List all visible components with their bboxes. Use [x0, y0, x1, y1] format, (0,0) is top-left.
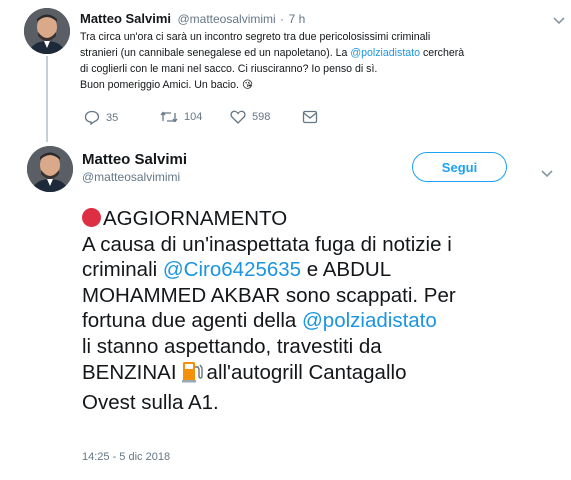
retweet-icon: [160, 110, 178, 124]
tweet-text-line: di coglierli con le mani nel sacco. Ci r…: [80, 63, 378, 75]
like-button[interactable]: 598: [230, 110, 270, 124]
dm-icon: [302, 110, 318, 124]
tweet-text-line: Tra circa un'ora ci sarà un incontro seg…: [80, 31, 431, 43]
text-span: AGGIORNAMENTO: [103, 207, 288, 230]
chevron-down-icon[interactable]: [553, 12, 565, 30]
text-span: e ABDUL: [301, 258, 392, 281]
tweet-text-line: Buon pomeriggio Amici. Un bacio. 😘: [80, 77, 550, 93]
tweet-text-line: MOHAMMED AKBAR sono scappati. Per: [82, 283, 456, 307]
mention-link[interactable]: @Ciro6425635: [163, 258, 301, 281]
dm-button[interactable]: [302, 110, 318, 124]
author-handle[interactable]: @matteosalvimimi: [177, 12, 275, 26]
tweet-text-line: stranieri (un cannibale senegalese ed un…: [80, 45, 550, 61]
tweet-text-line: BENZINAI all'autogrill Cantagallo: [82, 359, 552, 390]
text-span: criminali: [82, 258, 163, 281]
fuel-pump-icon: [181, 359, 203, 390]
text-span: stranieri (un cannibale senegalese ed un…: [80, 47, 351, 59]
tweet2-text: AGGIORNAMENTO A causa di un'inaspettata …: [82, 206, 552, 415]
text-span: Buon pomeriggio Amici. Un bacio.: [80, 79, 242, 91]
tweet-text-line: li stanno aspettando, travestiti da: [82, 334, 382, 358]
reply-button[interactable]: 35: [84, 110, 118, 125]
thread-line: [46, 56, 48, 142]
author-name[interactable]: Matteo Salvimi: [82, 151, 187, 168]
text-span: cercherà: [420, 47, 465, 59]
follow-button[interactable]: Segui: [412, 152, 507, 182]
mention-link[interactable]: @polziadistato: [302, 309, 437, 332]
tweet1-header: Matteo Salvimi @matteosalvimimi · 7 h: [80, 10, 305, 28]
author-name[interactable]: Matteo Salvimi: [80, 11, 171, 26]
text-span: all'autogrill Cantagallo: [206, 361, 407, 384]
reply-icon: [84, 110, 100, 125]
avatar[interactable]: [24, 8, 70, 54]
tweet-text-line: A causa di un'inaspettata fuga di notizi…: [82, 232, 452, 256]
tweet-timestamp[interactable]: 14:25 - 5 dic 2018: [82, 451, 170, 463]
retweet-button[interactable]: 104: [160, 110, 202, 124]
separator: ·: [280, 12, 285, 26]
text-span: BENZINAI: [82, 361, 177, 384]
author-handle[interactable]: @matteosalvimimi: [82, 170, 180, 184]
like-icon: [230, 110, 246, 124]
like-count: 598: [252, 111, 271, 123]
tweet-text-line: criminali @Ciro6425635 e ABDUL: [82, 257, 552, 283]
tweet1-text: Tra circa un'ora ci sarà un incontro seg…: [80, 29, 550, 93]
reply-count: 35: [106, 111, 119, 124]
mention-link[interactable]: @polziadistato: [350, 47, 420, 59]
kiss-emoji: 😘: [241, 79, 253, 91]
tweet-text-line: AGGIORNAMENTO: [82, 206, 552, 232]
chevron-down-icon[interactable]: [541, 165, 553, 183]
tweet-text-line: Ovest sulla A1.: [82, 390, 219, 414]
red-circle-icon: [82, 208, 101, 227]
tweet-time[interactable]: 7 h: [289, 12, 306, 26]
avatar[interactable]: [27, 146, 73, 192]
text-span: fortuna due agenti della: [82, 309, 302, 332]
retweet-count: 104: [184, 111, 203, 123]
tweet-text-line: fortuna due agenti della @polziadistato: [82, 308, 552, 334]
